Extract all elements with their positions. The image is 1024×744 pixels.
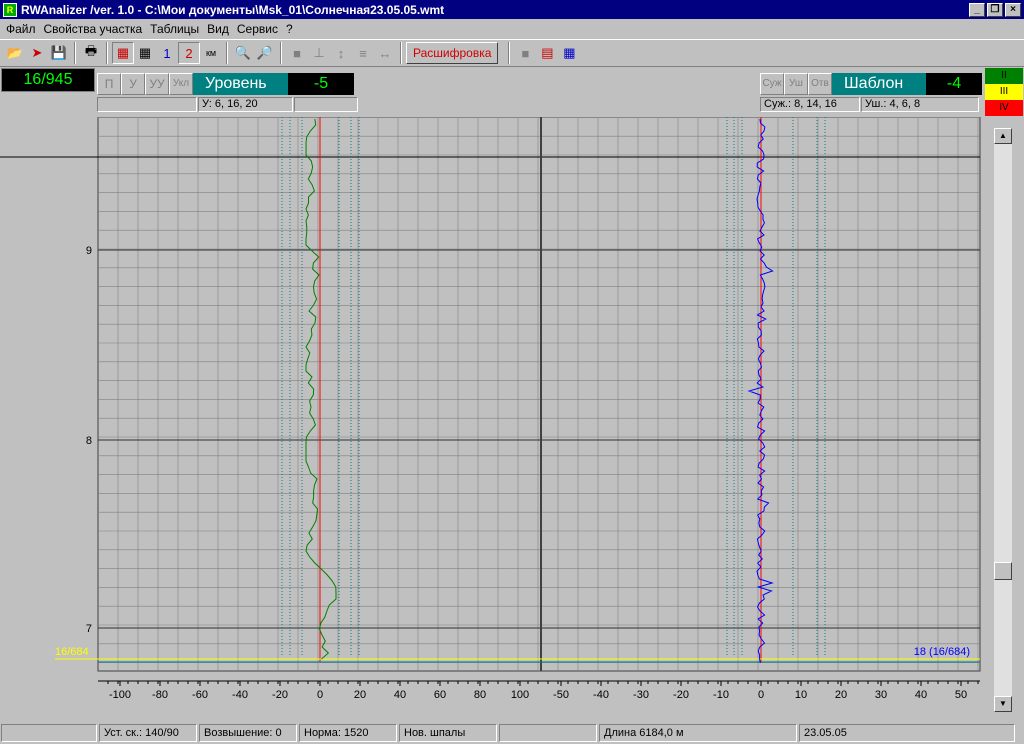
stamp-icon[interactable]: ■ [286,42,308,64]
menu-help[interactable]: ? [282,22,297,36]
folder-gray-icon[interactable]: ■ [514,42,536,64]
print-icon[interactable]: 🖶 [80,42,102,64]
x-tick-label: 10 [795,689,807,701]
status-empty-2 [499,724,597,742]
x-tick-label: -30 [633,689,649,701]
x-tick-label: 40 [915,689,927,701]
menu-bar: Файл Свойства участка Таблицы Вид Сервис… [0,19,1024,39]
legend-level-3: III [985,84,1023,100]
menu-service[interactable]: Сервис [233,22,282,36]
minimize-button[interactable]: _ [969,2,985,17]
y-tick-label: 9 [86,245,92,257]
level-panel: П У УУ Укл Уровень -5 [97,73,354,95]
btn-uu[interactable]: УУ [145,73,169,95]
scroll-down-icon[interactable]: ▼ [994,696,1012,712]
vertical-scrollbar[interactable]: ▲ ▼ [994,128,1012,712]
calendar-icon[interactable]: ▦ [558,42,580,64]
legend-level-4: IV [985,100,1023,116]
x-tick-label: 80 [474,689,486,701]
narrowing-thresholds: Суж.: 8, 14, 16 [760,97,860,112]
level-label: Уровень [193,73,288,95]
btn-suzh[interactable]: Суж [760,73,784,95]
open-folder-icon[interactable]: 📂 [4,42,26,64]
status-sleepers: Нов. шпалы [399,724,497,742]
level-value: -5 [288,73,354,95]
x-tick-label: -20 [272,689,288,701]
status-bar: Уст. ск.: 140/90 Возвышение: 0 Норма: 15… [0,722,1024,744]
status-date: 23.05.05 [799,724,1015,742]
x-tick-label: -40 [232,689,248,701]
x-tick-label: 30 [875,689,887,701]
x-tick-label: -40 [593,689,609,701]
window-title: RWAnalizer /ver. 1.0 - C:\Мои документы\… [21,2,445,17]
left-info-empty-2 [294,97,358,112]
right-position-marker: 18 (16/684) [914,646,970,658]
track-2-icon[interactable]: 2 [178,42,200,64]
legend-level-2: II [985,68,1023,84]
x-tick-label: 20 [835,689,847,701]
menu-view[interactable]: Вид [203,22,233,36]
record-counter: 16/945 [1,68,95,92]
btn-ush[interactable]: Уш [784,73,808,95]
x-tick-label: -80 [152,689,168,701]
x-tick-label: 20 [354,689,366,701]
btn-p[interactable]: П [97,73,121,95]
km-icon[interactable]: км [200,42,222,64]
x-tick-label: 0 [758,689,764,701]
split-v-icon[interactable]: ↕ [330,42,352,64]
report-icon[interactable]: ▤ [536,42,558,64]
status-empty [1,724,97,742]
btn-otv[interactable]: Отв [808,73,832,95]
x-tick-label: -60 [192,689,208,701]
y-tick-label: 7 [86,623,92,635]
gauge-value: -4 [926,73,982,95]
toolbar: 📂 ➤ 💾 🖶 ▦ ▦ 1 2 км 🔍 🔎 ■ ⊥ ↕ ≡ ↔ Расшифр… [0,39,1024,67]
y-tick-label: 8 [86,435,92,447]
left-info-empty [97,97,197,112]
menu-tables[interactable]: Таблицы [146,22,203,36]
x-tick-label: 100 [511,689,529,701]
title-bar: R RWAnalizer /ver. 1.0 - C:\Мои документ… [0,0,1024,19]
x-tick-label: -100 [109,689,131,701]
restore-button[interactable]: ❐ [987,2,1003,17]
zoom-out-icon[interactable]: 🔎 [254,42,276,64]
save-icon[interactable]: 💾 [48,42,70,64]
x-tick-label: 50 [955,689,967,701]
menu-file[interactable]: Файл [2,22,40,36]
left-position-marker: 16/684 [55,646,89,658]
x-tick-label: -20 [673,689,689,701]
x-tick-label: 0 [317,689,323,701]
scroll-thumb[interactable] [994,562,1012,580]
status-elevation: Возвышение: 0 [199,724,297,742]
grid-coarse-icon[interactable]: ▦ [134,42,156,64]
scroll-up-icon[interactable]: ▲ [994,128,1012,144]
btn-u[interactable]: У [121,73,145,95]
x-tick-label: 40 [394,689,406,701]
btn-ukl[interactable]: Укл [169,73,193,95]
x-tick-label: -10 [713,689,729,701]
x-tick-label: -50 [553,689,569,701]
zoom-in-icon[interactable]: 🔍 [232,42,254,64]
close-button[interactable]: × [1005,2,1021,17]
plot-area [97,117,981,672]
grid-fine-icon[interactable]: ▦ [112,42,134,64]
split-h-icon[interactable]: ⊥ [308,42,330,64]
track-1-icon[interactable]: 1 [156,42,178,64]
status-norm: Норма: 1520 [299,724,397,742]
status-length: Длина 6184,0 м [599,724,797,742]
status-speed: Уст. ск.: 140/90 [99,724,197,742]
track-chart[interactable]: 98716/684 18 (16/684)-100 -80 -60 -40 -20 0 20 4… [0,117,994,720]
gauge-label: Шаблон [832,73,926,95]
level-thresholds: У: 6, 16, 20 [198,97,293,112]
lines-icon[interactable]: ≡ [352,42,374,64]
x-tick-label: 60 [434,689,446,701]
gauge-panel: Суж Уш Отв Шаблон -4 [760,73,982,95]
export-icon[interactable]: ➤ [26,42,48,64]
app-icon: R [3,2,17,17]
decode-button[interactable]: Расшифровка [406,42,499,64]
width-icon[interactable]: ↔ [374,42,396,64]
widening-thresholds: Уш.: 4, 6, 8 [861,97,979,112]
menu-section-properties[interactable]: Свойства участка [40,22,147,36]
